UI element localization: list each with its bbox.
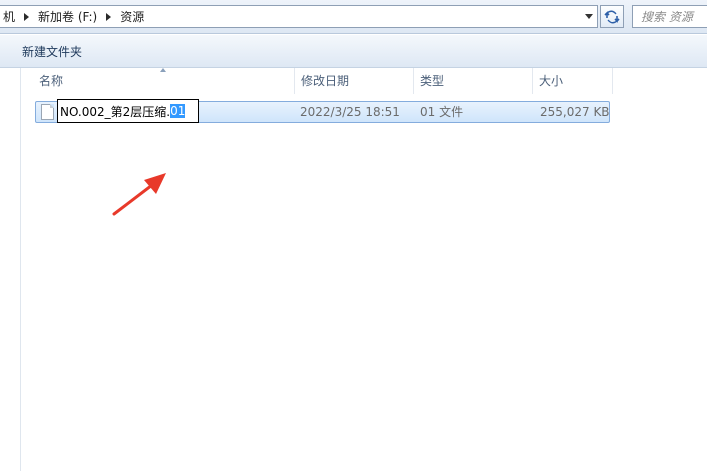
table-row[interactable]: NO.002_第2层压缩. 01 2022/3/25 18:51 01 文件 25… — [35, 99, 610, 123]
search-input[interactable] — [633, 6, 707, 27]
column-header: 名称 修改日期 类型 大小 — [21, 68, 707, 94]
column-name-label: 名称 — [39, 74, 64, 88]
file-icon — [41, 104, 54, 120]
file-name-base: NO.002_第2层压缩. — [60, 104, 171, 119]
address-dropdown-icon[interactable] — [585, 14, 593, 19]
address-bar[interactable]: 机 新加卷 (F:) 资源 — [0, 5, 598, 28]
address-bar-row: 机 新加卷 (F:) 资源 — [0, 0, 707, 34]
chevron-right-icon[interactable] — [106, 12, 112, 21]
column-size-label: 大小 — [539, 74, 564, 88]
column-size[interactable]: 大小 — [533, 68, 613, 94]
file-modified: 2022/3/25 18:51 — [300, 105, 400, 119]
file-type: 01 文件 — [420, 105, 464, 119]
file-size: 255,027 KB — [540, 105, 610, 119]
column-modified[interactable]: 修改日期 — [295, 68, 414, 94]
file-list-pane[interactable]: 名称 修改日期 类型 大小 NO.002_第2层压缩. 01 2022/3/25 … — [0, 68, 707, 471]
column-name[interactable]: 名称 — [33, 68, 295, 94]
annotation-arrow-icon — [112, 173, 166, 216]
refresh-icon — [604, 10, 620, 23]
chevron-right-icon[interactable] — [24, 12, 30, 21]
new-folder-button[interactable]: 新建文件夹 — [14, 41, 90, 63]
breadcrumb-computer[interactable]: 机 — [0, 6, 18, 27]
command-toolbar: 新建文件夹 — [0, 35, 707, 68]
column-type[interactable]: 类型 — [414, 68, 533, 94]
search-box[interactable] — [632, 5, 707, 28]
column-type-label: 类型 — [420, 74, 445, 88]
breadcrumb-folder[interactable]: 资源 — [117, 6, 147, 27]
navigation-pane-divider[interactable] — [20, 68, 21, 471]
file-name-selected-text: 01 — [170, 104, 186, 118]
refresh-button[interactable] — [600, 5, 624, 28]
breadcrumb-drive[interactable]: 新加卷 (F:) — [35, 6, 100, 27]
rename-input[interactable]: NO.002_第2层压缩. 01 — [57, 99, 199, 123]
column-modified-label: 修改日期 — [301, 74, 350, 88]
